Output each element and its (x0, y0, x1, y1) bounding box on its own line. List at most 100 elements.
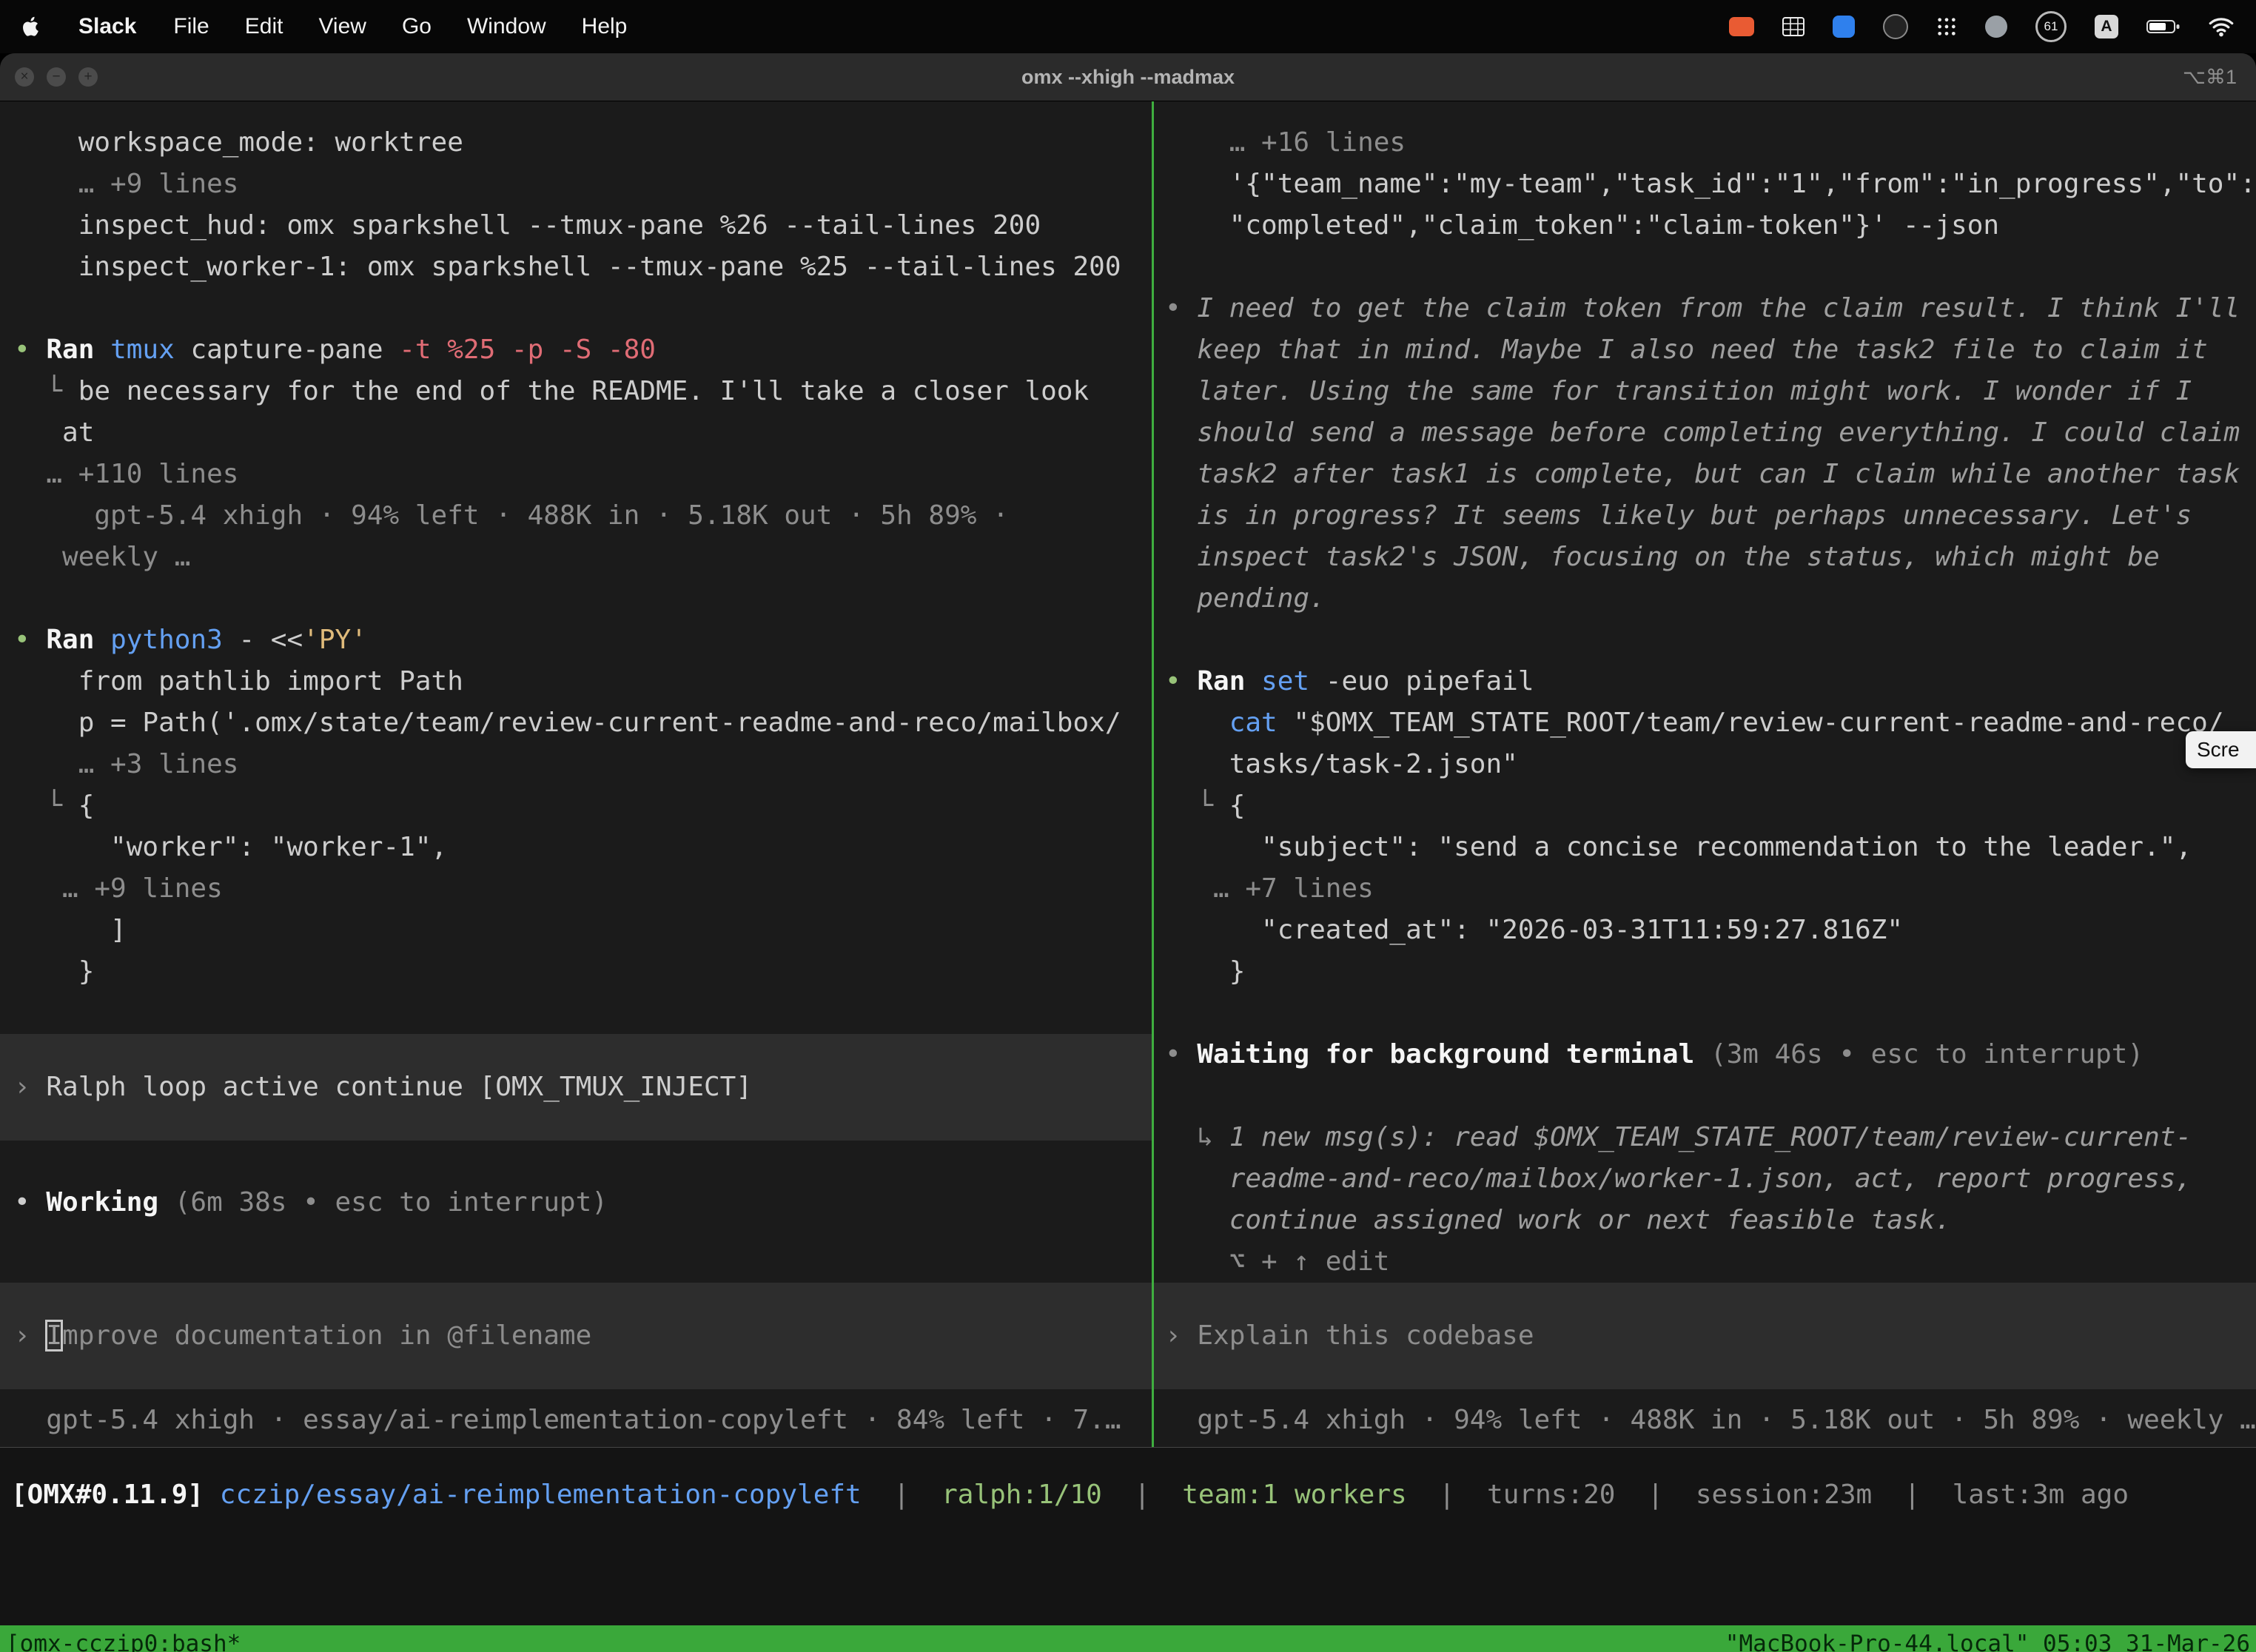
text-segment: | (1872, 1480, 1952, 1510)
tmux-pane-area: workspace_mode: worktree … +9 lines insp… (0, 101, 2256, 1448)
menu-bar-left: Slack File Edit View Go Window Help (22, 14, 627, 39)
right-terminal-pane[interactable]: … +16 lines '{"team_name":"my-team","tas… (1154, 101, 2256, 1447)
tmux-session-label[interactable]: [omx-cczip0:bash* (6, 1631, 241, 1652)
assistant-icon[interactable] (1985, 16, 2007, 38)
terminal-line: … +9 lines (14, 164, 1152, 205)
text-segment: set (1261, 666, 1326, 696)
screen: Slack File Edit View Go Window Help 61 A (0, 0, 2256, 1652)
text-segment: • (1165, 666, 1197, 696)
menu-window[interactable]: Window (467, 14, 546, 39)
terminal-line: • I need to get the claim token from the… (1165, 288, 2256, 329)
text-segment: at (14, 417, 94, 448)
menu-file[interactable]: File (173, 14, 209, 39)
traffic-lights: × − + (0, 67, 98, 87)
text-segment: Explain this codebase (1197, 1320, 1534, 1351)
terminal-line: continue assigned work or next feasible … (1165, 1200, 2256, 1241)
battery-icon[interactable] (2146, 18, 2181, 36)
text-segment: … +110 lines (14, 459, 238, 489)
terminal-line: } (14, 951, 1152, 993)
terminal-line: should send a message before completing … (1165, 412, 2256, 454)
active-app-name[interactable]: Slack (78, 14, 136, 39)
terminal-line: gpt-5.4 xhigh · essay/ai-reimplementatio… (14, 1400, 1152, 1441)
terminal-line: • Ran set -euo pipefail (1165, 661, 2256, 702)
blue-app-icon[interactable] (1833, 16, 1855, 38)
notification-popup[interactable]: Scre (2186, 731, 2256, 768)
terminal-line: at (14, 412, 1152, 454)
text-segment: (3m 46s • esc to interrupt) (1711, 1039, 2143, 1070)
terminal-line: inspect_worker-1: omx sparkshell --tmux-… (14, 246, 1152, 288)
apple-menu-icon[interactable] (22, 15, 41, 38)
terminal-line (1165, 1075, 2256, 1117)
text-segment: ↳ (1165, 1122, 1229, 1152)
spreadsheet-icon[interactable] (1782, 17, 1805, 36)
text-segment: later. Using the same for transition mig… (1165, 376, 2192, 406)
text-segment: is in progress? It seems likely but perh… (1165, 500, 2192, 531)
text-segment: session:23m (1696, 1480, 1872, 1510)
terminal-line: • Ran python3 - <<'PY' (14, 620, 1152, 661)
text-segment: • (14, 1187, 46, 1218)
terminal-line: "worker": "worker-1", (14, 827, 1152, 868)
menu-view[interactable]: View (318, 14, 366, 39)
text-segment: should send a message before completing … (1165, 417, 2240, 448)
text-segment: [OMX#0.11.9] (11, 1480, 204, 1510)
dark-app-icon[interactable] (1883, 14, 1908, 39)
text-segment: workspace_mode: worktree (14, 127, 463, 158)
tmux-host-clock: "MacBook-Pro-44.local" 05:03 31-Mar-26 (1725, 1631, 2250, 1652)
text-segment: last:3m ago (1953, 1480, 2129, 1510)
terminal-line: workspace_mode: worktree (14, 122, 1152, 164)
minimize-button[interactable]: − (47, 67, 66, 87)
menu-bar-status: 61 A (1729, 11, 2234, 42)
text-segment: inspect_hud: omx sparkshell --tmux-pane … (14, 210, 1041, 241)
left-terminal-pane[interactable]: workspace_mode: worktree … +9 lines insp… (0, 101, 1152, 1447)
text-segment: } (1165, 956, 1245, 987)
text-segment: -euo pipefail (1326, 666, 1534, 696)
menu-items: File Edit View Go Window Help (173, 14, 627, 39)
text-segment: gpt-5.4 xhigh · 94% left · 488K in · 5.1… (14, 500, 1009, 531)
text-segment: I need to get the claim token from the c… (1197, 293, 2240, 323)
terminal-line: inspect_hud: omx sparkshell --tmux-pane … (14, 205, 1152, 246)
prompt-row[interactable]: › Explain this codebase (1154, 1283, 2256, 1389)
text-segment: p = Path('.omx/state/team/review-current… (14, 708, 1121, 738)
terminal-line: gpt-5.4 xhigh · 94% left · 488K in · 5.1… (1165, 1400, 2256, 1441)
text-segment: "created_at": "2026-03-31T11:59:27.816Z" (1165, 915, 1903, 945)
window-shortcut-badge: ⌥⌘1 (2183, 66, 2256, 89)
prompt-row[interactable]: › Ralph loop active continue [OMX_TMUX_I… (0, 1034, 1152, 1141)
terminal-window: × − + omx --xhigh --madmax ⌥⌘1 workspace… (0, 53, 2256, 1652)
menu-go[interactable]: Go (402, 14, 432, 39)
terminal-line (1165, 993, 2256, 1034)
wifi-icon[interactable] (2209, 17, 2234, 37)
dots-grid-icon[interactable] (1936, 16, 1957, 37)
zoom-button[interactable]: + (78, 67, 98, 87)
screen-recording-icon[interactable] (1729, 17, 1754, 36)
text-segment: › (1165, 1320, 1197, 1351)
terminal-line: … +9 lines (14, 868, 1152, 910)
terminal-line: • Waiting for background terminal (3m 46… (1165, 1034, 2256, 1075)
terminal-line: "created_at": "2026-03-31T11:59:27.816Z" (1165, 910, 2256, 951)
text-segment: | (862, 1480, 941, 1510)
text-segment: • (14, 335, 46, 365)
close-button[interactable]: × (15, 67, 34, 87)
menu-help[interactable]: Help (582, 14, 628, 39)
prompt-row[interactable]: › Improve documentation in @filename (0, 1283, 1152, 1389)
terminal-line: • Ran tmux capture-pane -t %25 -p -S -80 (14, 329, 1152, 371)
text-segment: | (1102, 1480, 1182, 1510)
window-title: omx --xhigh --madmax (1021, 66, 1235, 89)
menu-bar: Slack File Edit View Go Window Help 61 A (0, 0, 2256, 53)
left-pane-input-area: › Improve documentation in @filename gpt… (0, 1283, 1152, 1447)
text-segment: └ (1165, 790, 1229, 821)
text-segment: Ran (1197, 666, 1261, 696)
terminal-line: … +16 lines (1165, 122, 2256, 164)
text-segment: - << (238, 625, 303, 655)
text-segment: tasks/task-2.json" (1165, 749, 1518, 779)
terminal-line: ↳ 1 new msg(s): read $OMX_TEAM_STATE_ROO… (1165, 1117, 2256, 1158)
text-segment: { (1229, 790, 1246, 821)
text-segment: task2 after task1 is complete, but can I… (1165, 459, 2240, 489)
input-source-icon[interactable]: A (2095, 15, 2118, 38)
terminal-line: └ { (1165, 785, 2256, 827)
text-segment: ] (14, 915, 127, 945)
text-segment: pending. (1165, 583, 1326, 614)
battery-percent-icon[interactable]: 61 (2035, 11, 2067, 42)
text-segment: be necessary for the end of the README. … (78, 376, 1089, 406)
terminal-line (14, 288, 1152, 329)
menu-edit[interactable]: Edit (245, 14, 283, 39)
